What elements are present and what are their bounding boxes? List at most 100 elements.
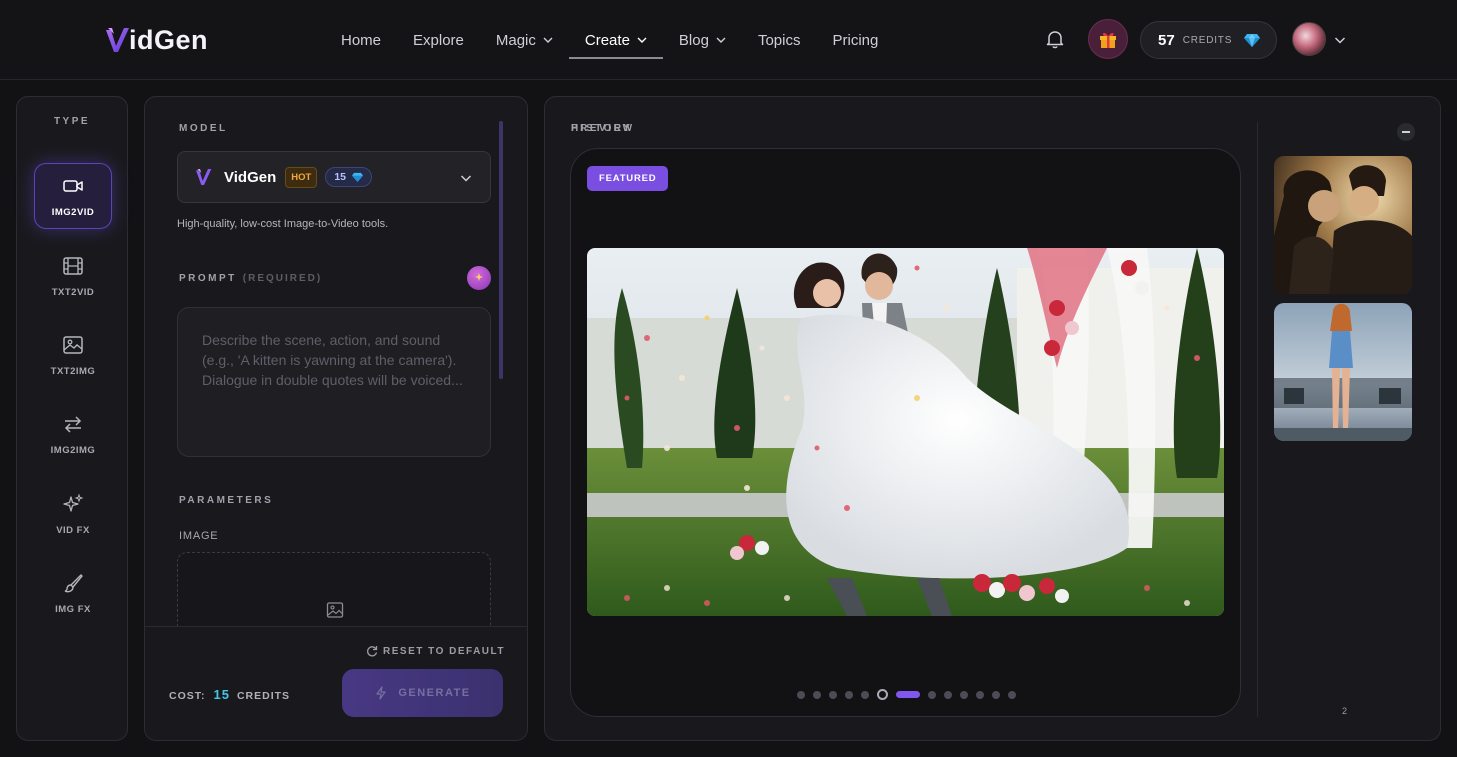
nav-magic-label: Magic bbox=[495, 31, 536, 49]
avatar[interactable] bbox=[1292, 22, 1326, 56]
carousel-dot[interactable] bbox=[944, 690, 952, 699]
hot-badge: HOT bbox=[285, 166, 318, 188]
carousel-dot[interactable] bbox=[829, 690, 837, 699]
model-name: VidGen bbox=[224, 168, 277, 186]
carousel-dots bbox=[571, 689, 1242, 700]
carousel-dot[interactable] bbox=[1008, 690, 1016, 699]
brush-icon bbox=[64, 573, 83, 592]
type-txt2img-label: TXT2IMG bbox=[50, 365, 96, 377]
gift-button[interactable] bbox=[1088, 19, 1128, 59]
nav-home[interactable]: Home bbox=[325, 0, 397, 80]
nav-explore[interactable]: Explore bbox=[397, 0, 480, 80]
diamond-icon bbox=[352, 172, 363, 182]
carousel-dot[interactable] bbox=[797, 690, 805, 699]
type-vidfx[interactable]: VID FX bbox=[34, 481, 112, 547]
cost-label: COST: bbox=[169, 690, 206, 702]
prompt-enhance-button[interactable] bbox=[467, 266, 491, 290]
cost-unit: CREDITS bbox=[236, 690, 291, 702]
history-page-number: 2 bbox=[1342, 706, 1348, 716]
model-cost-badge: 15 bbox=[325, 167, 372, 187]
image-icon bbox=[63, 335, 83, 354]
carousel-dot[interactable] bbox=[960, 690, 968, 699]
cost-value: 15 bbox=[213, 687, 230, 702]
type-img2img[interactable]: IMG2IMG bbox=[34, 401, 112, 467]
chevron-down-icon bbox=[637, 37, 647, 43]
nav-magic[interactable]: Magic bbox=[480, 0, 569, 80]
carousel-dot[interactable] bbox=[976, 690, 984, 699]
carousel-dot[interactable] bbox=[896, 691, 920, 698]
preview-video[interactable] bbox=[587, 248, 1224, 616]
featured-badge: FEATURED bbox=[587, 166, 669, 191]
model-select[interactable]: VidGen HOT 15 bbox=[177, 151, 491, 203]
logo-text: idGen bbox=[129, 24, 209, 55]
reset-default-label: RESET TO DEFAULT bbox=[383, 645, 505, 657]
image-label: IMAGE bbox=[179, 530, 219, 542]
nav-blog[interactable]: Blog bbox=[663, 0, 742, 80]
prompt-field[interactable] bbox=[177, 307, 491, 457]
generate-button[interactable]: GENERATE bbox=[342, 669, 503, 717]
type-column: TYPE IMG2VID TXT2VID TXT2IMG IMG2IMG VID… bbox=[16, 96, 128, 741]
form-scrollbar[interactable] bbox=[499, 121, 503, 379]
refresh-icon bbox=[367, 646, 378, 657]
carousel-dot[interactable] bbox=[877, 689, 888, 700]
nav-home-label: Home bbox=[341, 31, 382, 49]
nav-links: Home Explore Magic Create Blog Topics Pr… bbox=[325, 0, 894, 80]
cost-summary: COST: 15 CREDITS bbox=[169, 687, 290, 702]
type-img2vid[interactable]: IMG2VID bbox=[34, 163, 112, 229]
credits-label: CREDITS bbox=[1182, 34, 1233, 46]
sparkles-icon bbox=[63, 493, 84, 512]
history-title: HISTORY bbox=[571, 123, 633, 134]
nav-topics-label: Topics bbox=[757, 31, 801, 49]
type-img2vid-label: IMG2VID bbox=[51, 206, 95, 218]
nav-create[interactable]: Create bbox=[568, 0, 663, 80]
prompt-title-row: PROMPT (REQUIRED) bbox=[179, 273, 322, 284]
form-footer: RESET TO DEFAULT COST: 15 CREDITS GENERA… bbox=[145, 626, 527, 740]
type-img2img-label: IMG2IMG bbox=[50, 444, 96, 456]
diamond-icon bbox=[1244, 34, 1261, 47]
video-camera-icon bbox=[63, 179, 83, 192]
logo-mark-icon bbox=[106, 28, 129, 52]
carousel-dot[interactable] bbox=[928, 690, 936, 699]
wedding-video-preview bbox=[587, 248, 1224, 616]
carousel-dot[interactable] bbox=[845, 690, 853, 699]
model-title: MODEL bbox=[179, 123, 228, 134]
type-txt2vid-label: TXT2VID bbox=[51, 286, 95, 298]
type-imgfx-label: IMG FX bbox=[55, 603, 91, 615]
swap-arrows-icon bbox=[64, 415, 82, 433]
model-logo-icon bbox=[196, 169, 212, 185]
history-thumb-couple bbox=[1274, 156, 1412, 294]
magic-wand-icon bbox=[475, 273, 483, 281]
bell-icon[interactable] bbox=[1044, 28, 1066, 50]
type-title: TYPE bbox=[53, 116, 91, 127]
film-icon bbox=[63, 256, 83, 275]
type-txt2vid[interactable]: TXT2VID bbox=[34, 243, 112, 309]
carousel-dot[interactable] bbox=[861, 690, 869, 699]
reset-default-button[interactable]: RESET TO DEFAULT bbox=[366, 645, 505, 657]
chevron-down-icon bbox=[460, 175, 472, 182]
type-imgfx[interactable]: IMG FX bbox=[34, 560, 112, 626]
history-item[interactable] bbox=[1274, 303, 1412, 441]
nav-blog-label: Blog bbox=[678, 31, 709, 49]
nav-topics[interactable]: Topics bbox=[742, 0, 817, 80]
history-item[interactable] bbox=[1274, 156, 1412, 294]
credits-pill[interactable]: 57 CREDITS bbox=[1140, 21, 1277, 59]
preview-panel: PREVIEW FEATURED HISTORY 2 bbox=[544, 96, 1441, 741]
top-nav: idGen Home Explore Magic Create Blog Top… bbox=[0, 0, 1457, 80]
nav-explore-label: Explore bbox=[413, 31, 464, 49]
type-vidfx-label: VID FX bbox=[56, 524, 90, 536]
credits-value: 57 bbox=[1158, 31, 1175, 49]
nav-pricing-label: Pricing bbox=[832, 31, 879, 49]
history-thumb-model bbox=[1274, 303, 1412, 441]
model-description: High-quality, low-cost Image-to-Video to… bbox=[177, 218, 389, 230]
history-collapse-button[interactable] bbox=[1397, 123, 1415, 141]
prompt-textarea[interactable] bbox=[202, 330, 466, 434]
logo[interactable]: idGen bbox=[105, 22, 208, 58]
nav-pricing[interactable]: Pricing bbox=[816, 0, 894, 80]
type-txt2img[interactable]: TXT2IMG bbox=[34, 322, 112, 388]
carousel-dot[interactable] bbox=[992, 690, 1000, 699]
minus-icon bbox=[1402, 131, 1410, 133]
generate-label: GENERATE bbox=[398, 687, 471, 699]
chevron-down-icon[interactable] bbox=[1334, 34, 1346, 46]
model-cost-value: 15 bbox=[334, 171, 346, 183]
carousel-dot[interactable] bbox=[813, 690, 821, 699]
